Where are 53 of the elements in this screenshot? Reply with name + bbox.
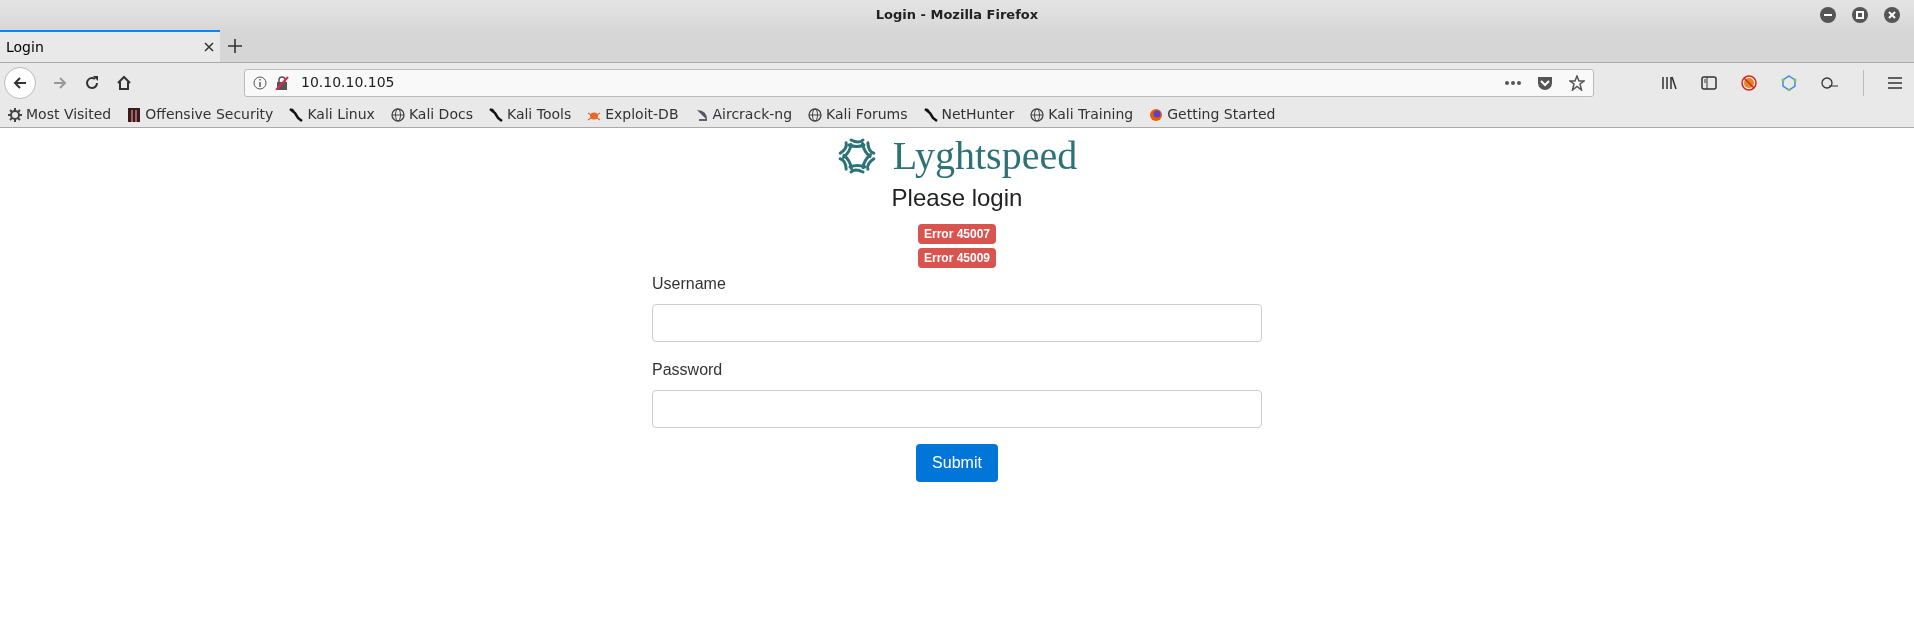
brand-name: Lyghtspeed — [892, 136, 1078, 176]
sidebar-icon[interactable] — [1701, 75, 1717, 90]
close-icon — [1888, 11, 1896, 19]
back-button[interactable] — [4, 66, 36, 99]
graph-extension-icon[interactable] — [1781, 74, 1797, 91]
url-text: 10.10.10.105 — [301, 73, 395, 92]
address-bar[interactable]: 10.10.10.105 — [244, 68, 1594, 97]
bookmark-link[interactable]: Most Visited — [8, 104, 112, 125]
insecure-lock-icon — [275, 75, 289, 90]
gear-icon — [8, 107, 22, 122]
maximize-icon — [1856, 11, 1864, 19]
bookmark-link[interactable]: Kali Training — [1030, 104, 1134, 125]
bookmark-link[interactable]: Getting Started — [1149, 104, 1276, 125]
page-heading: Please login — [891, 183, 1023, 213]
bookmark-link[interactable]: Kali Forums — [808, 104, 908, 125]
library-icon[interactable] — [1661, 75, 1677, 90]
menu-icon[interactable] — [1888, 76, 1902, 89]
extension-icon[interactable] — [1821, 75, 1839, 90]
submit-button[interactable]: Submit — [916, 444, 998, 482]
logo-icon — [836, 136, 877, 176]
field-label: Username — [652, 274, 727, 294]
browser-tab[interactable]: Login — [0, 30, 220, 62]
minimize-button[interactable] — [1820, 7, 1836, 23]
bookmark-link[interactable]: Kali Tools — [488, 104, 572, 125]
browser-logo-icon — [1149, 107, 1164, 122]
home-button[interactable] — [116, 74, 132, 91]
field-label: Password — [652, 360, 724, 380]
minimize-icon — [1824, 14, 1832, 16]
window-title: Login - Mozilla Firefox — [875, 6, 1039, 24]
blocked-extension-icon[interactable] — [1741, 74, 1757, 91]
error-badge: Error 45009 — [917, 248, 996, 268]
reload-button[interactable] — [84, 74, 100, 91]
back-arrow-icon — [12, 74, 28, 91]
star-icon[interactable] — [1569, 74, 1585, 91]
new-tab-button[interactable] — [228, 39, 242, 53]
pocket-icon[interactable] — [1537, 75, 1553, 90]
bookmark-link[interactable]: NetHunter — [923, 104, 1015, 125]
globe-icon — [808, 107, 823, 122]
close-tab-icon[interactable] — [204, 42, 214, 52]
globe-icon — [1030, 107, 1045, 122]
error-badge: Error 45007 — [917, 224, 996, 244]
bookmark-link[interactable]: Aircrack-ng — [694, 104, 793, 125]
bookmark-link[interactable]: Kali Docs — [390, 104, 473, 125]
bookmark-link[interactable]: Offensive Security — [127, 104, 274, 125]
password-field[interactable] — [652, 390, 1262, 428]
close-button[interactable] — [1884, 7, 1900, 23]
more-icon[interactable] — [1505, 80, 1521, 85]
bookmark-link[interactable]: Kali Linux — [289, 104, 375, 125]
username-field[interactable] — [652, 304, 1262, 342]
maximize-button[interactable] — [1852, 7, 1868, 23]
globe-icon — [390, 107, 405, 122]
bookmark-link[interactable]: Exploit-DB — [587, 104, 679, 125]
info-icon — [253, 75, 267, 90]
